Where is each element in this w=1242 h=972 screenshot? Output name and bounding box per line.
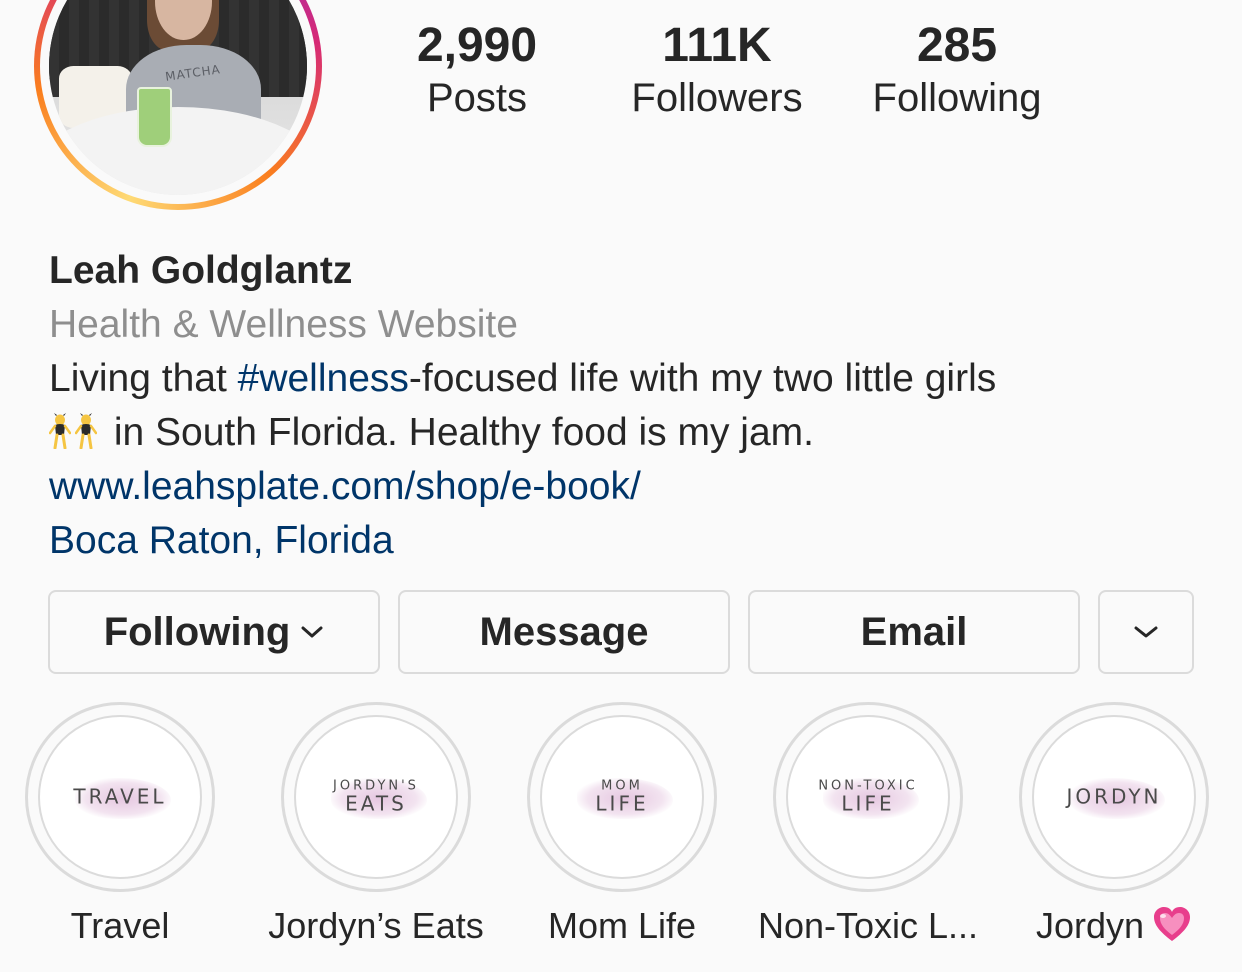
profile-location-link[interactable]: Boca Raton, Florida xyxy=(49,514,1209,568)
highlight-ring[interactable]: NON-TOXIC LIFE xyxy=(773,702,963,892)
more-options-button[interactable] xyxy=(1098,590,1194,674)
highlight-label: Jordyn’s Eats xyxy=(268,905,484,946)
pink-heart-icon xyxy=(1154,907,1191,941)
following-button-label: Following xyxy=(103,609,291,654)
bio-text-post: -focused life with my two little girls xyxy=(408,357,997,400)
highlight-cover-title: TRAVEL xyxy=(73,784,167,809)
stat-posts[interactable]: 2,990 Posts xyxy=(367,18,587,122)
highlight-label-row: Jordyn xyxy=(992,904,1236,948)
highlight-cover: MOM LIFE xyxy=(540,715,704,879)
profile-avatar-story-ring[interactable]: MATCHA xyxy=(34,0,322,210)
followers-label: Followers xyxy=(631,76,803,120)
highlight-label: Non-Toxic L... xyxy=(757,905,979,946)
dancer-icon xyxy=(49,413,71,449)
highlight-travel[interactable]: TRAVEL Travel xyxy=(0,702,242,948)
message-button[interactable]: Message xyxy=(398,590,730,674)
highlight-cover-title: JORDYN xyxy=(1066,784,1162,809)
highlight-label: Travel xyxy=(70,905,170,946)
profile-page: MATCHA 2,990 Posts 111K Followers 285 Fo… xyxy=(0,0,1242,972)
stat-following[interactable]: 285 Following xyxy=(847,18,1067,122)
highlight-jordyn[interactable]: JORDYN Jordyn xyxy=(992,702,1236,948)
highlight-cover: NON-TOXIC LIFE xyxy=(786,715,950,879)
following-count: 285 xyxy=(916,19,998,72)
highlight-cover-title: LIFE xyxy=(841,791,895,816)
following-label: Following xyxy=(872,76,1042,120)
highlight-ring[interactable]: TRAVEL xyxy=(25,702,215,892)
avatar[interactable]: MATCHA xyxy=(49,0,307,195)
posts-label: Posts xyxy=(426,76,528,120)
avatar-photo-matcha-cup xyxy=(136,86,172,148)
profile-website-link[interactable]: www.leahsplate.com/shop/e-book/ xyxy=(49,460,1209,514)
profile-name: Leah Goldglantz xyxy=(49,249,353,292)
bio-line-2: in South Florida. Healthy food is my jam… xyxy=(49,406,1209,460)
email-button-label: Email xyxy=(860,609,968,654)
highlight-cover-text: TRAVEL xyxy=(40,784,200,809)
email-button[interactable]: Email xyxy=(748,590,1080,674)
bio-text-pre: Living that xyxy=(49,357,238,400)
bio-hashtag-link[interactable]: #wellness xyxy=(238,357,409,400)
highlight-jordyns-eats[interactable]: JORDYN'S EATS Jordyn’s Eats xyxy=(254,702,498,948)
chevron-down-icon xyxy=(1133,624,1159,640)
dancer-icon xyxy=(75,413,97,449)
bio-text-line-2: in South Florida. Healthy food is my jam… xyxy=(103,411,814,454)
highlight-ring[interactable]: JORDYN'S EATS xyxy=(281,702,471,892)
highlight-cover: JORDYN'S EATS xyxy=(294,715,458,879)
highlight-cover-text: NON-TOXIC LIFE xyxy=(788,780,948,815)
avatar-photo-table xyxy=(49,107,307,195)
posts-count: 2,990 xyxy=(416,19,538,72)
highlight-ring[interactable]: MOM LIFE xyxy=(527,702,717,892)
profile-category: Health & Wellness Website xyxy=(49,303,518,346)
chevron-down-icon xyxy=(300,624,324,640)
highlight-cover-title: EATS xyxy=(345,791,407,816)
highlight-cover-title: LIFE xyxy=(595,791,649,816)
message-button-label: Message xyxy=(479,609,649,654)
dancers-emoji-icon xyxy=(49,411,103,451)
profile-bio: Leah Goldglantz Health & Wellness Websit… xyxy=(49,244,1209,568)
bio-line-1: Living that #wellness-focused life with … xyxy=(49,352,1209,406)
highlight-label: Mom Life xyxy=(547,905,697,946)
highlight-non-toxic-life[interactable]: NON-TOXIC LIFE Non-Toxic L... xyxy=(746,702,990,948)
highlight-cover-text: JORDYN xyxy=(1034,784,1194,809)
highlight-label: Jordyn xyxy=(1035,905,1145,946)
following-button[interactable]: Following xyxy=(48,590,380,674)
highlight-mom-life[interactable]: MOM LIFE Mom Life xyxy=(500,702,744,948)
highlight-cover: JORDYN xyxy=(1032,715,1196,879)
followers-count: 111K xyxy=(662,19,772,72)
highlight-cover-text: JORDYN'S EATS xyxy=(296,780,456,815)
stat-followers[interactable]: 111K Followers xyxy=(607,18,827,122)
highlight-cover-text: MOM LIFE xyxy=(542,780,702,815)
highlight-cover: TRAVEL xyxy=(38,715,202,879)
highlight-ring[interactable]: JORDYN xyxy=(1019,702,1209,892)
